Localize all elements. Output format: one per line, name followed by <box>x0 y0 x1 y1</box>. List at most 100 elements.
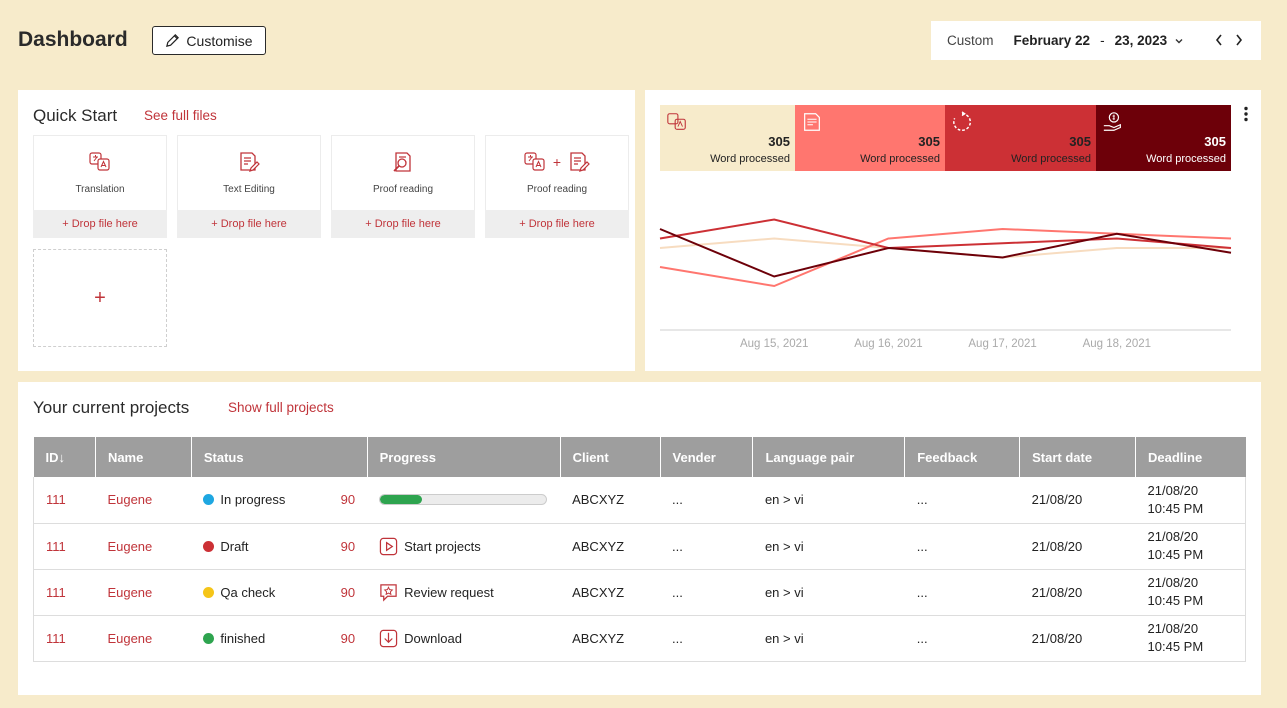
series-line-4 <box>659 228 1232 278</box>
quick-card-translation[interactable]: Translation + Drop file here <box>33 135 167 238</box>
cell-progress: Review request <box>367 569 561 616</box>
cell-name: Eugene <box>95 523 192 570</box>
projects-panel: Your current projects Show full projects… <box>18 382 1261 695</box>
quick-card-text-editing[interactable]: Text Editing + Drop file here <box>177 135 321 238</box>
column-header-status[interactable]: Status <box>191 437 368 477</box>
cell-status: finished 90 <box>191 615 368 662</box>
cell-deadline: 21/08/20 10:45 PM <box>1135 523 1246 570</box>
status-dot <box>203 632 215 644</box>
see-full-files-link[interactable]: See full files <box>144 108 217 123</box>
quick-card-proof-reading[interactable]: Proof reading + Drop file here <box>331 135 475 238</box>
cell-vender: ... <box>660 477 753 524</box>
cell-status: In progress 90 <box>191 477 368 524</box>
cell-status: Qa check 90 <box>191 569 368 616</box>
status-dot <box>203 540 215 552</box>
plus-icon: + <box>552 154 562 170</box>
drop-file-zone[interactable]: + Drop file here <box>331 210 475 238</box>
date-mode[interactable]: Custom <box>947 33 994 48</box>
deadline-date: 21/08/20 <box>1147 529 1199 544</box>
column-header-progress[interactable]: Progress <box>367 437 561 477</box>
cell-status: Draft 90 <box>191 523 368 570</box>
progress-fill <box>380 495 422 505</box>
action-label: Start projects <box>404 538 481 554</box>
table-row[interactable]: 111 Eugene finished 90 Download ABCXYZ ..… <box>33 615 1246 662</box>
cell-start-date: 21/08/20 <box>1019 615 1136 662</box>
start-projects-button[interactable]: Start projects <box>379 537 548 556</box>
customise-button[interactable]: Customise <box>152 26 266 55</box>
review-request-button[interactable]: Review request <box>379 583 548 602</box>
column-header-name[interactable]: Name <box>95 437 192 477</box>
column-header-id[interactable]: ID↓ <box>33 437 96 477</box>
sort-arrow-icon[interactable]: ↓ <box>59 450 66 465</box>
cell-feedback: ... <box>904 523 1020 570</box>
cell-progress <box>367 477 561 524</box>
deadline-date: 21/08/20 <box>1147 482 1199 498</box>
quick-card-label: Proof reading <box>526 184 588 195</box>
download-icon <box>379 629 398 647</box>
review-icon <box>380 583 397 602</box>
cell-client: ABCXYZ <box>560 569 661 616</box>
cell-id: 111 <box>33 569 96 616</box>
stats-chart-panel: 305 Word processed 305 Word processed 30… <box>645 90 1261 371</box>
quick-card-label: Text Editing <box>223 184 275 195</box>
cell-deadline: 21/08/20 10:45 PM <box>1135 477 1246 524</box>
translation-icon <box>524 152 545 171</box>
cell-client: ABCXYZ <box>560 523 661 570</box>
status-label: Draft <box>220 538 249 554</box>
date-range-picker[interactable]: Custom February 22 - 23, 2023 <box>931 21 1261 60</box>
customise-label: Customise <box>186 32 253 49</box>
drop-file-zone[interactable]: + Drop file here <box>33 210 167 238</box>
cell-deadline: 21/08/20 10:45 PM <box>1135 569 1246 616</box>
quick-start-title: Quick Start <box>33 106 118 125</box>
cell-feedback: ... <box>904 477 1020 524</box>
show-full-projects-link[interactable]: Show full projects <box>228 400 334 415</box>
prev-date-icon[interactable] <box>1213 32 1225 48</box>
table-header-row: ID↓ Name Status Progress Client Vender L… <box>33 437 1246 477</box>
download-button[interactable]: Download <box>379 629 548 648</box>
deadline-date: 21/08/20 <box>1147 575 1199 590</box>
text-editing-icon <box>570 152 590 172</box>
progress-bar <box>379 494 548 506</box>
cell-start-date: 21/08/20 <box>1019 477 1136 524</box>
cell-name: Eugene <box>95 615 192 662</box>
column-label: ID <box>45 449 59 465</box>
table-row[interactable]: 111 Eugene Draft 90 Start projects ABCXYZ… <box>33 523 1246 570</box>
drop-file-zone[interactable]: + Drop file here <box>177 210 321 238</box>
play-icon <box>379 537 398 555</box>
cell-id: 111 <box>33 477 96 524</box>
table-row[interactable]: 111 Eugene In progress 90 ABCXYZ ... en >… <box>33 477 1246 524</box>
text-editing-icon <box>240 152 260 172</box>
table-row[interactable]: 111 Eugene Qa check 90 Review request ABC… <box>33 569 1246 616</box>
proof-reading-icon <box>393 152 411 172</box>
status-score: 90 <box>340 538 356 554</box>
status-label: finished <box>220 630 266 646</box>
date-start[interactable]: February 22 <box>1014 33 1091 48</box>
deadline-time: 10:45 PM <box>1147 500 1204 516</box>
cell-vender: ... <box>660 523 753 570</box>
column-header-feedback[interactable]: Feedback <box>904 437 1021 477</box>
column-header-deadline[interactable]: Deadline <box>1135 437 1246 477</box>
date-end[interactable]: 23, 2023 <box>1115 33 1168 48</box>
column-header-client[interactable]: Client <box>560 437 661 477</box>
column-header-start-date[interactable]: Start date <box>1019 437 1137 477</box>
deadline-time: 10:45 PM <box>1147 593 1204 608</box>
cell-name: Eugene <box>95 569 192 616</box>
column-header-language-pair[interactable]: Language pair <box>752 437 906 477</box>
x-tick-label: Aug 18, 2021 <box>1083 338 1151 350</box>
chevron-down-icon[interactable] <box>1174 36 1184 46</box>
date-separator: - <box>1100 33 1105 48</box>
action-label: Download <box>404 630 462 646</box>
x-tick-label: Aug 16, 2021 <box>854 338 922 350</box>
cell-language-pair: en > vi <box>752 615 905 662</box>
add-quick-start-button[interactable]: + <box>33 249 167 347</box>
status-score: 90 <box>340 630 356 646</box>
pencil-icon <box>166 34 180 47</box>
drop-file-zone[interactable]: + Drop file here <box>485 210 629 238</box>
cell-vender: ... <box>660 569 753 616</box>
column-header-vender[interactable]: Vender <box>660 437 754 477</box>
quick-card-translation-editing[interactable]: + Proof reading + Drop file here <box>485 135 629 238</box>
cell-feedback: ... <box>904 615 1020 662</box>
x-tick-label: Aug 15, 2021 <box>740 338 808 350</box>
next-date-icon[interactable] <box>1233 32 1245 48</box>
x-tick-label: Aug 17, 2021 <box>968 338 1036 350</box>
